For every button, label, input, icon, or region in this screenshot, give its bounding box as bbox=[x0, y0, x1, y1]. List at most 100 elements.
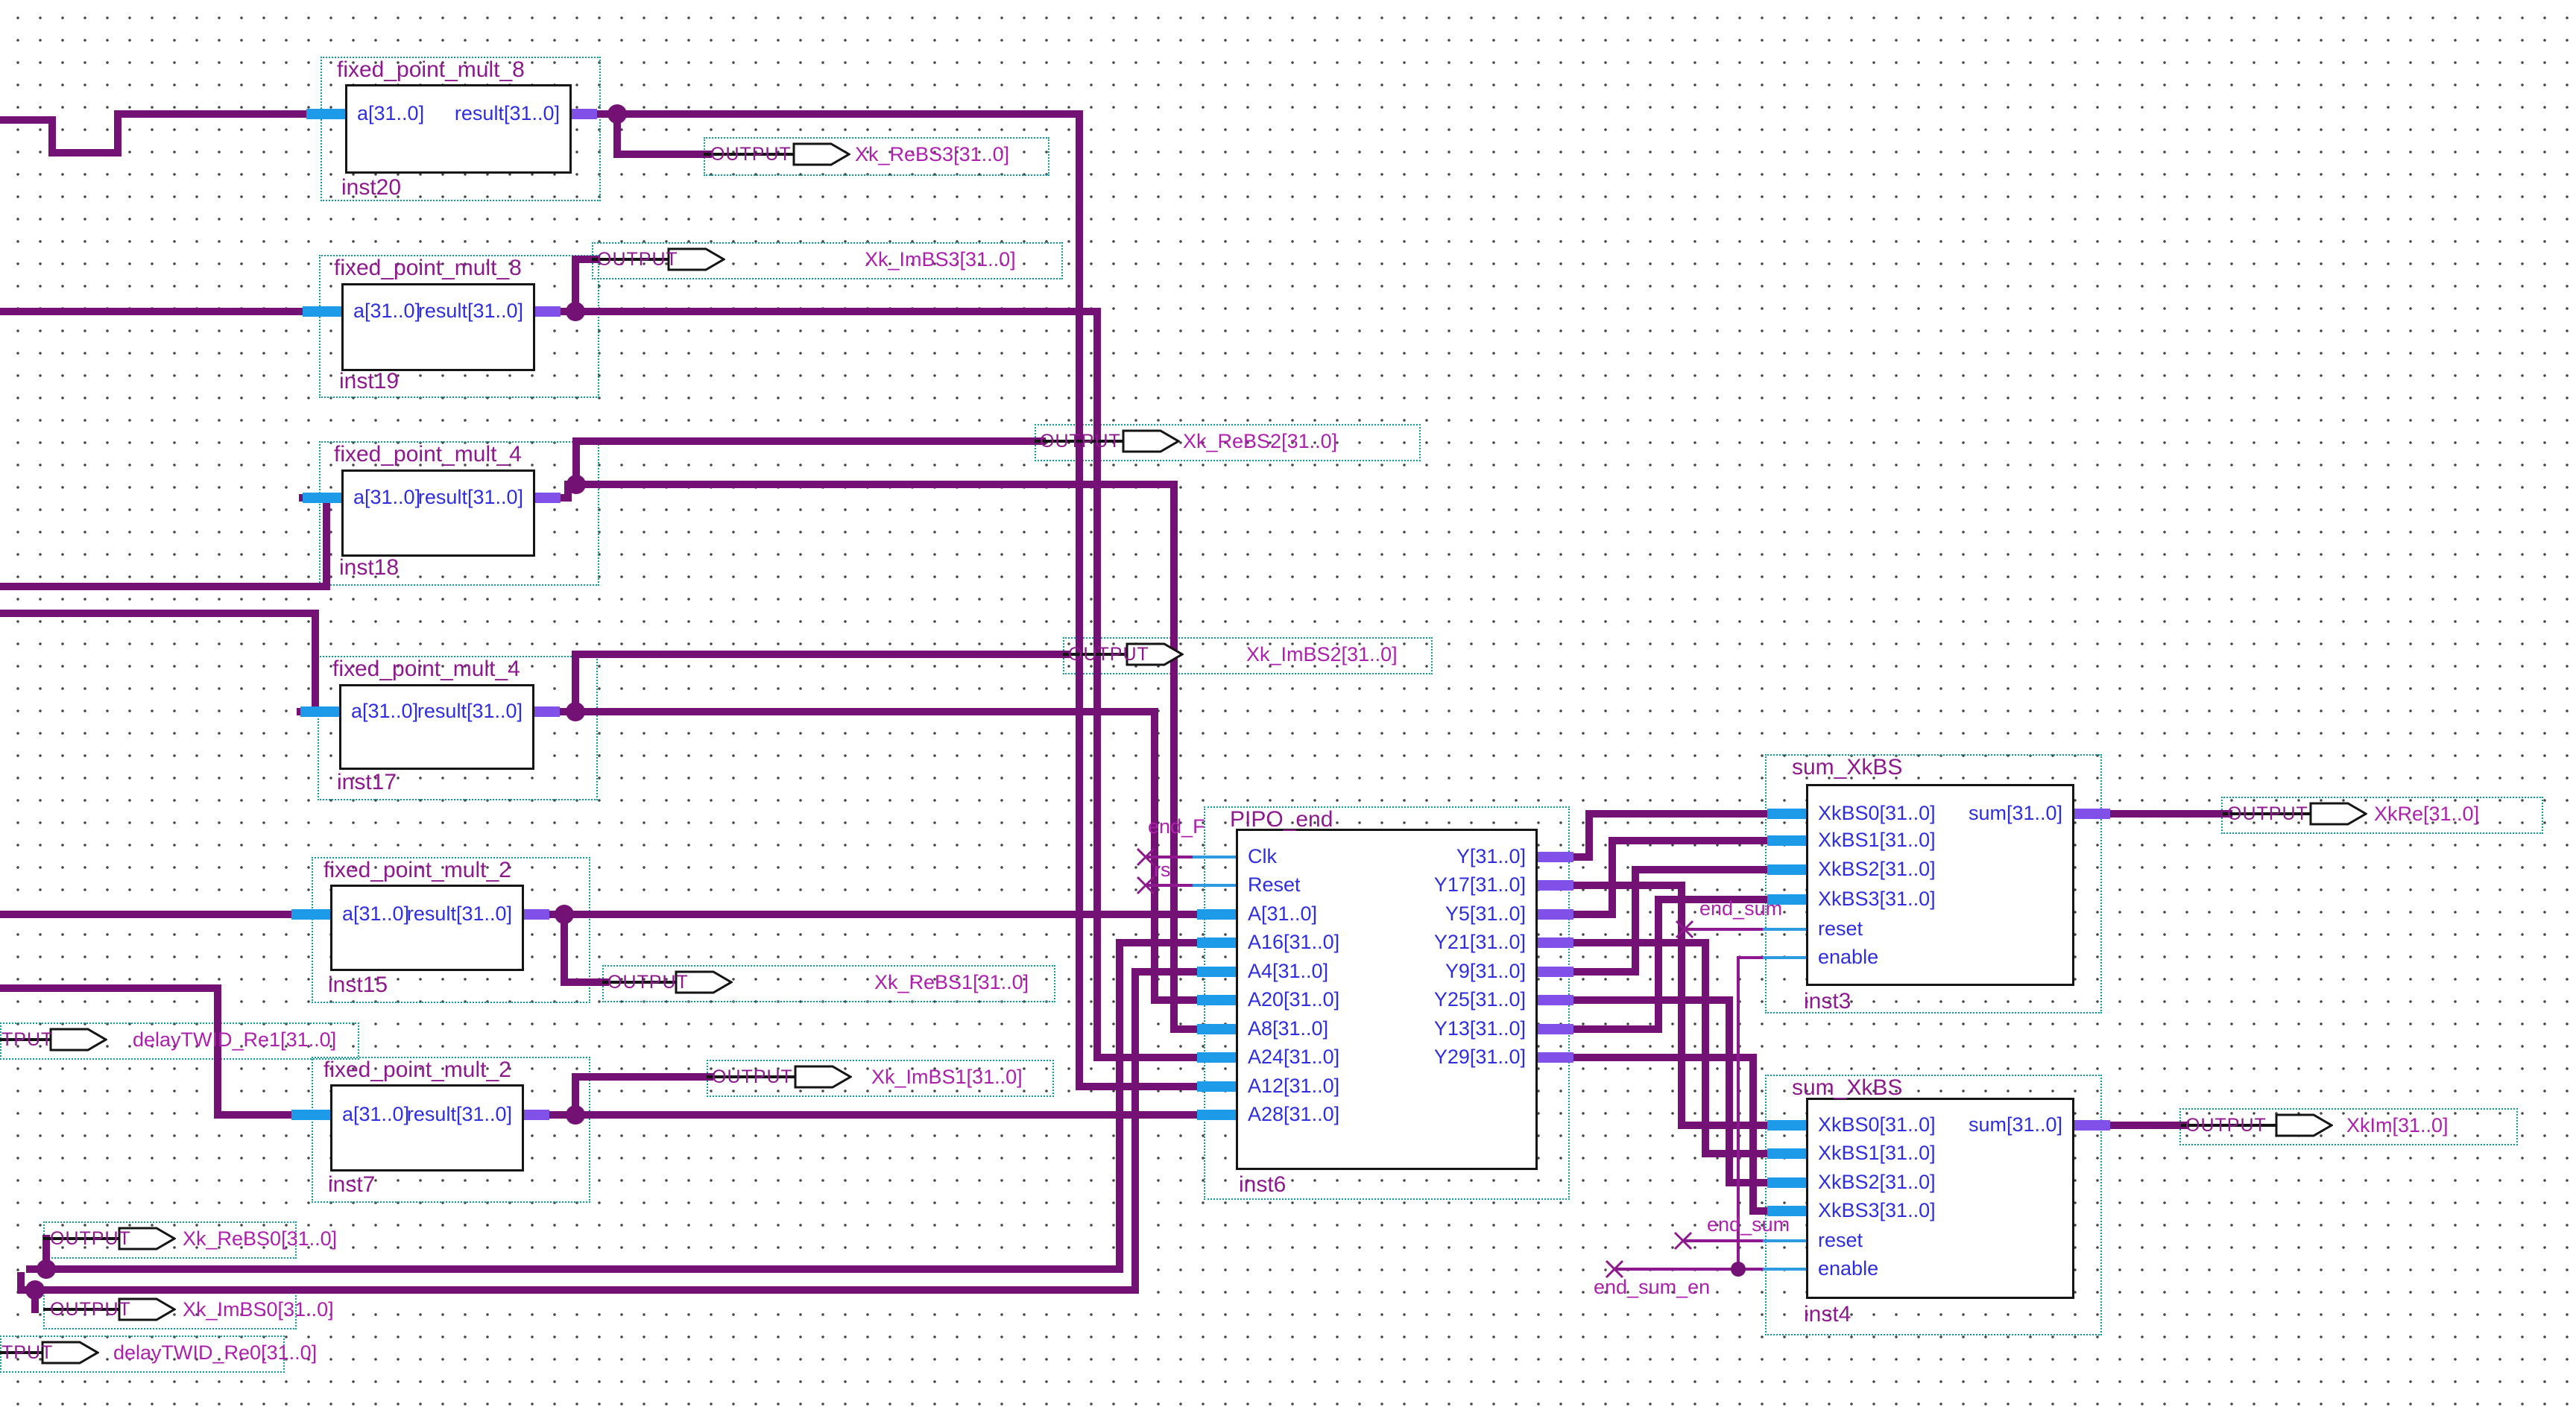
wire-segment[interactable] bbox=[572, 1073, 713, 1081]
wire-segment[interactable] bbox=[214, 1111, 295, 1119]
input-port-stub bbox=[300, 706, 339, 717]
wire-segment[interactable] bbox=[557, 308, 1101, 315]
wire-segment[interactable] bbox=[593, 110, 1083, 118]
wire-segment[interactable] bbox=[1570, 882, 1685, 889]
wire-segment[interactable] bbox=[0, 984, 221, 992]
wire-segment[interactable] bbox=[1570, 996, 1733, 1004]
wire-segment[interactable] bbox=[1585, 810, 1771, 818]
block-title: fixed_point_mult_4 bbox=[332, 657, 520, 681]
wire-segment[interactable] bbox=[1116, 939, 1123, 1273]
wire-segment[interactable] bbox=[0, 583, 330, 590]
wire-segment[interactable] bbox=[1585, 810, 1593, 861]
wire-segment[interactable] bbox=[26, 1265, 1123, 1273]
input-port-stub bbox=[1197, 995, 1236, 1005]
block-body-inst17[interactable] bbox=[339, 684, 534, 770]
wire-segment[interactable] bbox=[1570, 939, 1709, 946]
wire-segment[interactable] bbox=[0, 308, 306, 315]
net-label[interactable]: end_sum bbox=[1699, 897, 1782, 920]
output-port-stub bbox=[534, 706, 560, 717]
pin-name[interactable]: Xk_ImBS0[31..0] bbox=[183, 1298, 334, 1321]
pin-name[interactable]: XkRe[31..0] bbox=[2374, 803, 2479, 825]
wire-segment[interactable] bbox=[0, 911, 295, 918]
block-title: fixed_point_mult_2 bbox=[323, 1058, 511, 1082]
block-body-inst20[interactable] bbox=[345, 84, 572, 174]
wire-segment[interactable] bbox=[2106, 810, 2232, 818]
port-label: XkBS2[31..0] bbox=[1818, 1171, 2004, 1193]
pin-name[interactable]: Xk_ReBS3[31..0] bbox=[855, 143, 1009, 165]
port-label: result[31..0] bbox=[326, 1103, 512, 1125]
wire-segment[interactable] bbox=[2106, 1122, 2189, 1129]
wire-segment[interactable] bbox=[1170, 1025, 1201, 1033]
pin-name[interactable]: Xk_ReBS2[31..0] bbox=[1183, 430, 1337, 452]
wire-segment[interactable] bbox=[572, 437, 1046, 445]
pin-name[interactable]: Xk_ReBS1[31..0] bbox=[874, 971, 1029, 993]
block-title: fixed_point_mult_4 bbox=[334, 443, 522, 467]
pin-name[interactable]: delayTWID_Re1[31..0] bbox=[133, 1028, 336, 1051]
net-label[interactable]: end_F bbox=[1148, 815, 1205, 838]
block-body-inst19[interactable] bbox=[341, 283, 535, 371]
wire-segment[interactable] bbox=[613, 151, 712, 158]
net-label[interactable]: rs bbox=[1154, 859, 1171, 881]
wire-segment[interactable] bbox=[1702, 939, 1709, 1157]
port-label: A12[31..0] bbox=[1248, 1075, 1434, 1097]
wire-segment[interactable] bbox=[572, 651, 1071, 658]
wire-segment[interactable] bbox=[1093, 308, 1101, 1061]
pin-direction-tag: OUTPUT bbox=[1040, 431, 1121, 452]
wire-segment[interactable] bbox=[1632, 866, 1771, 873]
port-label: sum[31..0] bbox=[1876, 802, 2062, 824]
pin-name[interactable]: Xk_ReBS0[31..0] bbox=[183, 1227, 337, 1250]
block-body-inst15[interactable] bbox=[330, 885, 524, 971]
pin-name[interactable]: Xk_ImBS3[31..0] bbox=[865, 248, 1016, 271]
pin-name[interactable]: Xk_ImBS2[31..0] bbox=[1246, 643, 1398, 665]
wire-segment[interactable] bbox=[17, 1286, 1139, 1294]
wire-segment[interactable] bbox=[312, 610, 319, 715]
port-label: XkBS3[31..0] bbox=[1818, 888, 2004, 910]
port-label: result[31..0] bbox=[336, 700, 523, 722]
wire-segment[interactable] bbox=[1570, 1025, 1662, 1033]
input-port-stub bbox=[291, 1110, 330, 1120]
wire-segment[interactable] bbox=[1682, 1239, 1769, 1242]
wire-segment[interactable] bbox=[0, 116, 56, 124]
wire-segment[interactable] bbox=[1655, 896, 1662, 1033]
wire-segment[interactable] bbox=[1683, 928, 1769, 931]
wire-segment[interactable] bbox=[214, 984, 221, 1119]
wire-segment[interactable] bbox=[546, 1111, 1201, 1119]
block-instance-label: inst17 bbox=[337, 771, 397, 794]
wire-segment[interactable] bbox=[1678, 1122, 1771, 1129]
wire-segment[interactable] bbox=[546, 911, 1201, 918]
pin-name[interactable]: delayTWID_Re0[31..0] bbox=[113, 1341, 317, 1364]
wire-segment[interactable] bbox=[1131, 968, 1201, 976]
port-label: reset bbox=[1818, 1229, 2004, 1251]
wire-segment[interactable] bbox=[1570, 968, 1639, 976]
block-body-inst7[interactable] bbox=[330, 1084, 524, 1172]
wire-segment[interactable] bbox=[1749, 1054, 1757, 1215]
input-port-stub bbox=[1197, 967, 1236, 977]
wire-segment[interactable] bbox=[1678, 882, 1685, 1129]
wire-segment[interactable] bbox=[114, 110, 310, 118]
output-port-stub bbox=[1538, 1052, 1573, 1063]
wire-segment[interactable] bbox=[1726, 1179, 1771, 1186]
wire-segment[interactable] bbox=[1093, 1054, 1201, 1061]
wire-segment[interactable] bbox=[48, 149, 121, 156]
wire-segment[interactable] bbox=[564, 481, 1178, 488]
wire-segment[interactable] bbox=[323, 494, 330, 590]
port-label: sum[31..0] bbox=[1876, 1113, 2062, 1136]
port-label: Y5[31..0] bbox=[1339, 902, 1526, 925]
wire-segment[interactable] bbox=[1570, 1054, 1757, 1061]
wire-segment[interactable] bbox=[1726, 996, 1733, 1186]
wire-segment[interactable] bbox=[0, 610, 319, 617]
wire-segment[interactable] bbox=[1151, 996, 1201, 1004]
net-label[interactable]: end_sum bbox=[1707, 1213, 1790, 1236]
wire-segment[interactable] bbox=[1609, 837, 1616, 918]
wire-segment[interactable] bbox=[556, 708, 1158, 715]
block-body-inst18[interactable] bbox=[341, 469, 535, 557]
net-label[interactable]: end_sum_en bbox=[1594, 1276, 1710, 1298]
pin-name[interactable]: Xk_ImBS1[31..0] bbox=[871, 1066, 1023, 1088]
wire-segment[interactable] bbox=[1170, 481, 1178, 1033]
pin-name[interactable]: XkIm[31..0] bbox=[2346, 1114, 2449, 1136]
junction-dot bbox=[555, 905, 574, 924]
wire-segment[interactable] bbox=[1116, 939, 1201, 946]
wire-segment[interactable] bbox=[1076, 110, 1083, 1090]
wire-segment[interactable] bbox=[1131, 968, 1139, 1294]
wire-segment[interactable] bbox=[1609, 837, 1771, 844]
